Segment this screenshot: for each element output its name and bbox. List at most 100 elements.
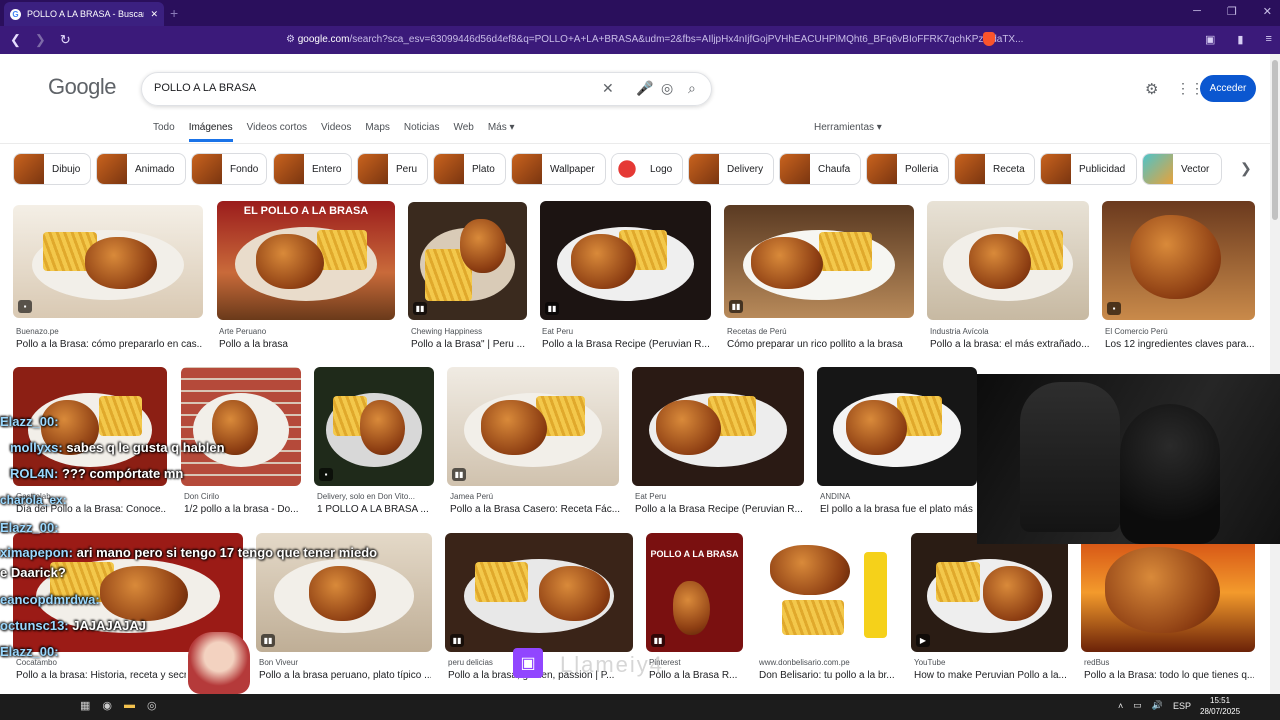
image-result[interactable]: ▮▮ [724, 205, 914, 318]
image-result[interactable] [927, 201, 1089, 320]
forward-icon[interactable]: ❯ [35, 32, 46, 48]
chip-wallpaper[interactable]: Wallpaper [511, 153, 606, 185]
image-result[interactable]: ▪ [1102, 201, 1255, 320]
result-title[interactable]: Los 12 ingredientes claves para... [1105, 339, 1255, 350]
brave-shield-icon[interactable] [983, 32, 995, 46]
result-source[interactable]: redBus [1084, 658, 1254, 667]
result-title[interactable]: Pollo a la Brasa: cómo prepararlo en cas… [16, 339, 202, 350]
back-icon[interactable]: ❮ [10, 32, 21, 48]
result-title[interactable]: Pollo a la brasa: el más extrañado... [930, 339, 1090, 350]
result-title[interactable]: Pollo a la Brasa" | Peru ... [411, 339, 529, 350]
app-icon[interactable]: ▦ [80, 699, 90, 712]
chevron-up-icon[interactable]: ˄ [1118, 701, 1123, 711]
chip-vector[interactable]: Vector [1142, 153, 1222, 185]
menu-icon[interactable]: ≡ [1265, 33, 1271, 46]
url-field[interactable]: ⚙ google.com/search?sca_esv=63099446d56d… [286, 34, 1023, 45]
chip-polleria[interactable]: Polleria [866, 153, 949, 185]
microphone-icon[interactable]: 🎤 [636, 80, 653, 97]
gear-icon[interactable]: ⚙ [1145, 80, 1158, 98]
chip-dibujo[interactable]: Dibujo [13, 153, 91, 185]
result-source[interactable]: Don Cirilo [184, 492, 302, 501]
result-source[interactable]: YouTube [914, 658, 1069, 667]
image-result[interactable]: ▪ [314, 367, 434, 486]
tab-todo[interactable]: Todo [153, 122, 175, 142]
image-result[interactable]: ▮▮ [408, 202, 527, 320]
image-result[interactable]: ▮▮ [540, 201, 711, 320]
result-title[interactable]: Pollo a la brasa peruano, plato típico .… [259, 670, 431, 681]
image-result[interactable] [632, 367, 804, 486]
image-result[interactable]: ▶ [911, 533, 1068, 652]
browser-tab[interactable]: G POLLO A LA BRASA - Buscar con ✕ [4, 2, 164, 26]
result-title[interactable]: 1/2 pollo a la brasa - Do... [184, 504, 302, 515]
image-result[interactable] [1081, 533, 1255, 652]
folder-icon[interactable]: ▬ [124, 699, 135, 712]
maximize-icon[interactable]: ❐ [1227, 5, 1237, 18]
result-source[interactable]: Eat Peru [542, 327, 712, 336]
image-result[interactable]: ▮▮ [445, 533, 633, 652]
result-source[interactable]: Jamea Perú [450, 492, 620, 501]
result-source[interactable]: Industria Avícola [930, 327, 1090, 336]
result-title[interactable]: Pollo a la brasa: Historia, receta y sec… [16, 670, 186, 681]
reload-icon[interactable]: ↻ [60, 32, 71, 48]
tools-button[interactable]: Herramientas ▾ [814, 122, 882, 133]
result-source[interactable]: Delivery, solo en Don Vito... [317, 492, 435, 501]
chip-receta[interactable]: Receta [954, 153, 1035, 185]
result-title[interactable]: Don Belisario: tu pollo a la br... [759, 670, 899, 681]
tab-noticias[interactable]: Noticias [404, 122, 440, 142]
chip-chaufa[interactable]: Chaufa [779, 153, 861, 185]
new-tab-icon[interactable]: + [170, 5, 178, 21]
result-source[interactable]: Chewing Happiness [411, 327, 529, 336]
result-title[interactable]: Pollo a la Brasa: todo lo que tienes q..… [1084, 670, 1254, 681]
result-title[interactable]: How to make Peruvian Pollo a la... [914, 670, 1069, 681]
image-result[interactable] [756, 533, 898, 652]
site-info-icon[interactable]: ⚙ [286, 34, 298, 45]
clock[interactable]: 15:51 28/07/2025 [1200, 695, 1240, 717]
image-result[interactable]: EL POLLO A LA BRASA [217, 201, 395, 320]
network-icon[interactable]: ▭ [1133, 700, 1142, 711]
close-icon[interactable]: ✕ [150, 9, 158, 20]
result-source[interactable]: Arte Peruano [219, 327, 397, 336]
result-source[interactable]: El Comercio Perú [1105, 327, 1255, 336]
scrollbar-thumb[interactable] [1272, 60, 1278, 220]
result-source[interactable]: ANDINA [820, 492, 976, 501]
result-title[interactable]: Pollo a la Brasa Recipe (Peruvian R... [635, 504, 805, 515]
result-title[interactable]: El pollo a la brasa fue el plato más p..… [820, 504, 976, 515]
result-title[interactable]: Pollo a la Brasa Recipe (Peruvian R... [542, 339, 712, 350]
image-result[interactable]: POLLO A LA BRASA ▮▮ [646, 533, 743, 652]
tab-web[interactable]: Web [453, 122, 473, 142]
result-title[interactable]: Pollo a la brasa [219, 339, 397, 350]
chevron-right-icon[interactable]: ❯ [1240, 160, 1252, 177]
language-indicator[interactable]: ESP [1173, 701, 1191, 711]
chip-fondo[interactable]: Fondo [191, 153, 267, 185]
chip-logo[interactable]: Logo [611, 153, 683, 185]
chip-animado[interactable]: Animado [96, 153, 186, 185]
tab-maps[interactable]: Maps [365, 122, 389, 142]
image-result[interactable] [817, 367, 977, 486]
chip-plato[interactable]: Plato [433, 153, 506, 185]
volume-icon[interactable]: 🔊 [1152, 700, 1163, 711]
image-result[interactable] [181, 367, 301, 486]
image-result[interactable]: ▪ [13, 205, 203, 318]
sidebar-icon[interactable]: ▣ [1205, 33, 1215, 46]
tab-mas[interactable]: Más ▾ [488, 122, 515, 142]
result-source[interactable]: www.donbelisario.com.pe [759, 658, 899, 667]
result-title[interactable]: Cómo preparar un rico pollito a la brasa [727, 339, 913, 350]
result-source[interactable]: Buenazo.pe [16, 327, 202, 336]
chip-publicidad[interactable]: Publicidad [1040, 153, 1137, 185]
clear-icon[interactable]: ✕ [602, 80, 614, 97]
chip-entero[interactable]: Entero [273, 153, 352, 185]
minimize-icon[interactable]: ─ [1193, 5, 1201, 18]
image-result[interactable]: ▮▮ [447, 367, 619, 486]
result-source[interactable]: Cocatambo [16, 658, 186, 667]
tab-videos-cortos[interactable]: Videos cortos [247, 122, 307, 142]
google-logo[interactable]: Google [48, 74, 116, 100]
sign-in-button[interactable]: Acceder [1200, 75, 1256, 102]
result-title[interactable]: Pollo a la Brasa Casero: Receta Fác... [450, 504, 620, 515]
browser-app-icon[interactable]: ◉ [102, 699, 112, 712]
obs-icon[interactable]: ◎ [147, 699, 157, 712]
search-icon[interactable]: ⌕ [688, 80, 696, 97]
result-source[interactable]: Recetas de Perú [727, 327, 913, 336]
close-window-icon[interactable]: ✕ [1263, 5, 1272, 18]
lens-icon[interactable]: ◎ [661, 80, 673, 97]
search-input[interactable]: POLLO A LA BRASA [154, 82, 256, 94]
